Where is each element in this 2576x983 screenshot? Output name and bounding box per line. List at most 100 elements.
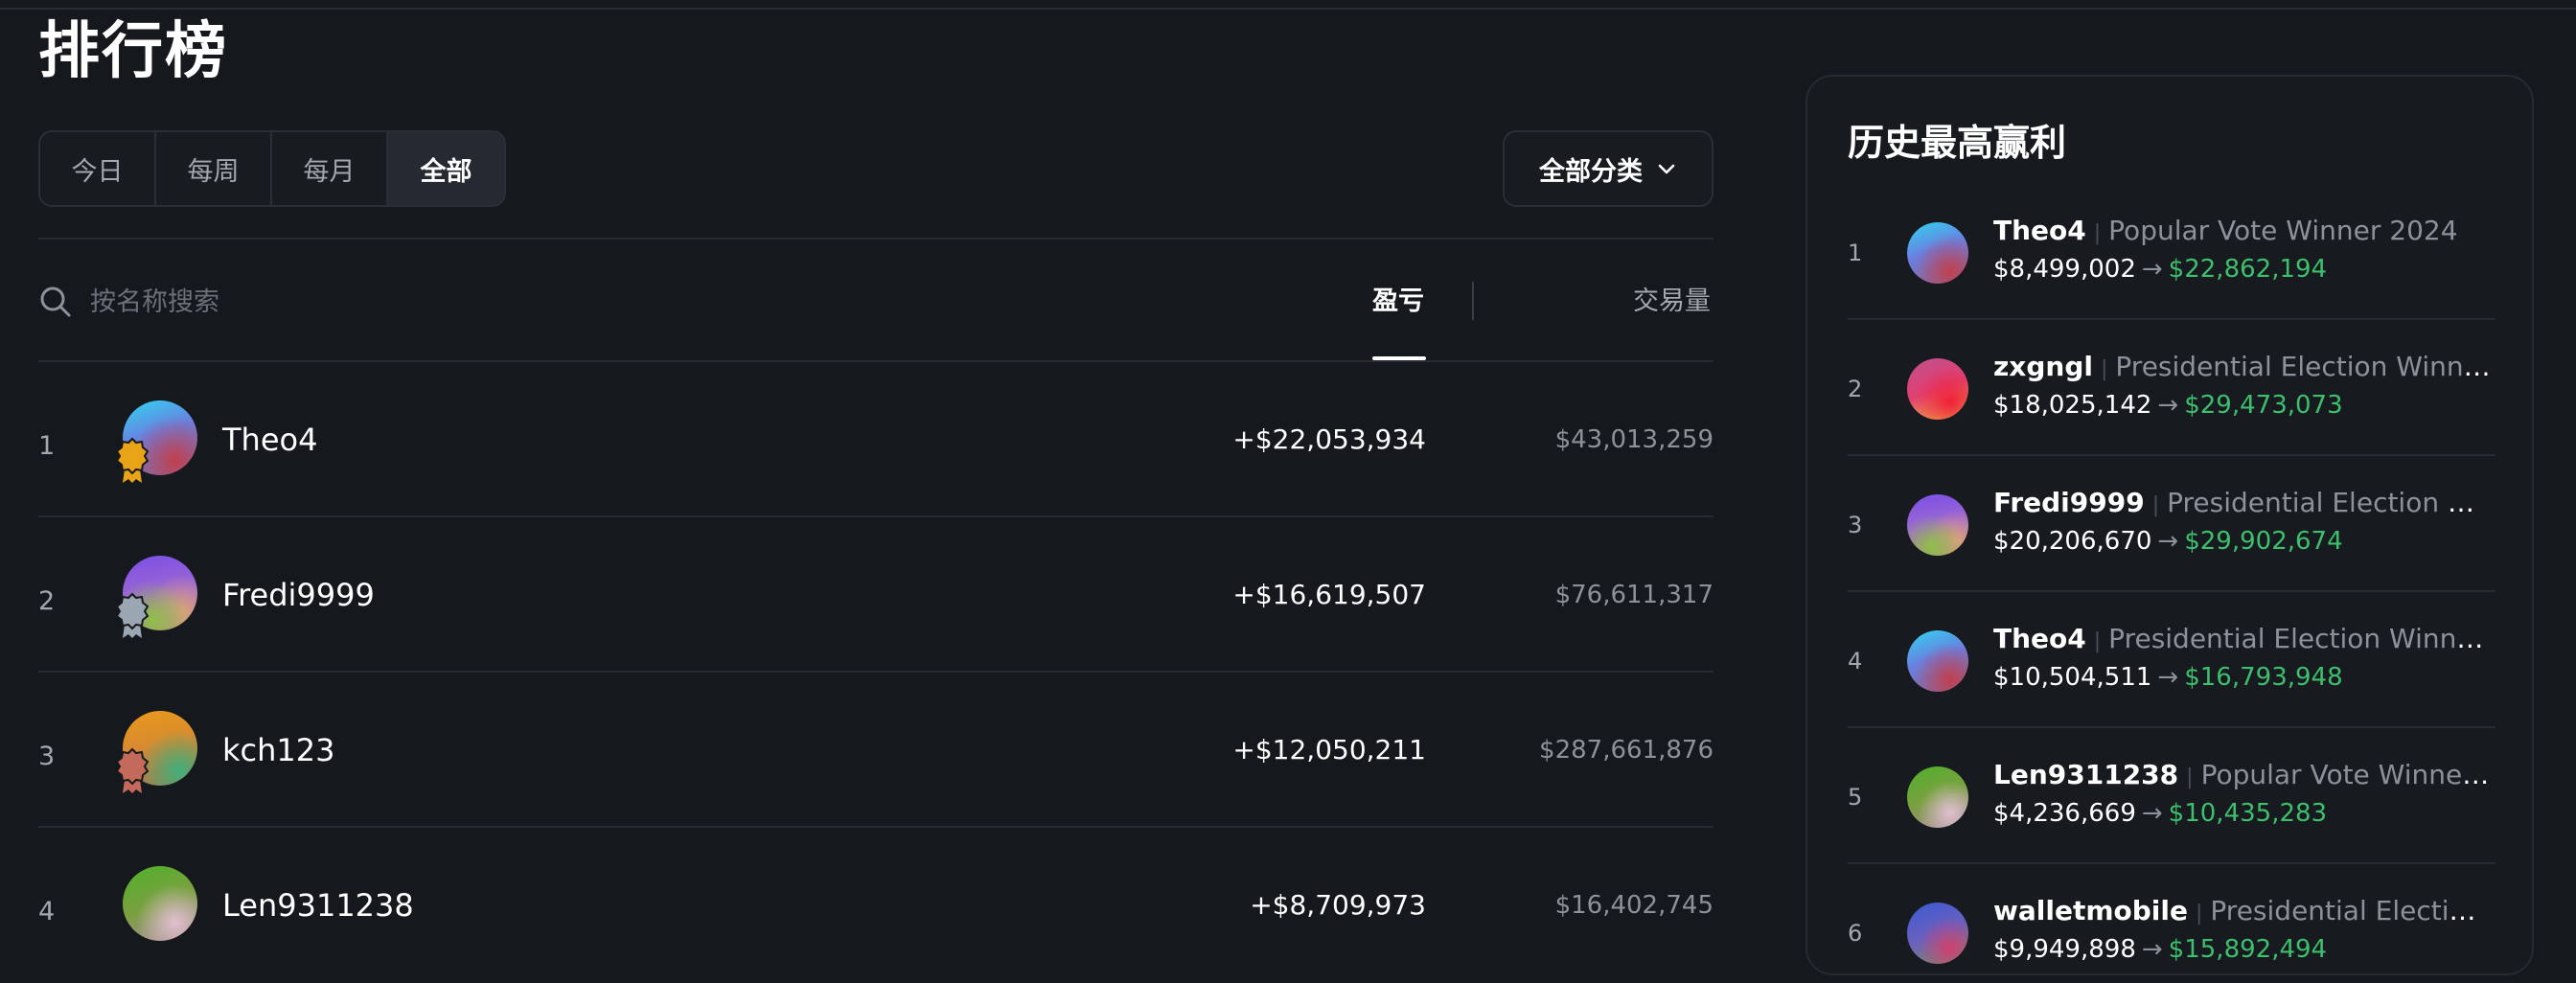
leaderboard-row[interactable]: 4 Len9311238 +$8,709,973 $16,402,745 [38,828,1714,983]
win-title: zxgngl | Presidential Election Winne... [1993,351,2492,382]
tab-all[interactable]: 全部 [388,132,504,205]
rank-number: 3 [1848,512,1863,538]
biggest-win-item[interactable]: 6 walletmobile | Presidential Election ...… [1848,864,2496,973]
trader-name[interactable]: kch123 [222,732,334,768]
trader-name[interactable]: Len9311238 [1993,759,2178,790]
tab-weekly[interactable]: 每周 [156,132,272,205]
final-amount: $22,862,194 [2168,255,2328,284]
period-tabs: 今日 每周 每月 全部 [38,130,506,207]
leaderboard-row[interactable]: 3 kch123 +$12,050,211 $287,661,876 [38,673,1714,828]
leaderboard-row[interactable]: 2 Fredi9999 +$16,619,507 $76,611,317 [38,517,1714,673]
market-name[interactable]: Presidential Election ... [2210,895,2492,926]
avatar[interactable] [1907,494,1968,556]
volume-value: $16,402,745 [1554,891,1714,920]
page-title: 排行榜 [38,16,228,87]
biggest-win-item[interactable]: 3 Fredi9999 | Presidential Election Wi... … [1848,456,2496,592]
biggest-win-item[interactable]: 5 Len9311238 | Popular Vote Winner ... $4,… [1848,728,2496,864]
market-name[interactable]: Popular Vote Winner ... [2201,759,2492,790]
separator: | [2195,902,2203,926]
trader-name[interactable]: Theo4 [1993,215,2086,246]
biggest-win-item[interactable]: 1 Theo4 | Popular Vote Winner 2024 $8,499,… [1848,184,2496,320]
rank-number: 5 [1848,784,1863,811]
pnl-value: +$16,619,507 [1232,579,1426,610]
avatar[interactable] [1907,903,1968,964]
initial-amount: $18,025,142 [1993,391,2152,420]
avatar[interactable] [1907,766,1968,828]
trader-name[interactable]: Theo4 [1993,623,2086,654]
trader-name[interactable]: zxgngl [1993,351,2093,382]
divider [38,238,1714,240]
tab-monthly[interactable]: 每月 [272,132,388,205]
avatar[interactable] [1907,358,1968,420]
final-amount: $10,435,283 [2168,799,2328,828]
separator: | [2186,766,2194,789]
rank-number: 4 [1848,648,1863,674]
initial-amount: $8,499,002 [1993,255,2136,284]
win-title: Len9311238 | Popular Vote Winner ... [1993,759,2492,790]
search-bar [38,268,1188,335]
gold-medal-icon [115,437,150,483]
avatar[interactable] [1907,222,1968,284]
initial-amount: $20,206,670 [1993,527,2152,556]
arrow-right-icon: → [2141,255,2163,284]
trader-name[interactable]: Fredi9999 [1993,487,2145,518]
arrow-right-icon: → [2141,935,2163,964]
win-amounts: $9,949,898 → $15,892,494 [1993,935,2327,964]
sort-tab-pnl[interactable]: 盈亏 [1372,280,1424,317]
silver-medal-icon [115,592,150,638]
rank-number: 1 [38,431,56,461]
arrow-right-icon: → [2157,663,2179,692]
pnl-value: +$12,050,211 [1232,734,1426,766]
avatar[interactable] [1907,630,1968,692]
trader-name[interactable]: walletmobile [1993,895,2188,926]
biggest-win-item[interactable]: 2 zxgngl | Presidential Election Winne... … [1848,320,2496,456]
volume-value: $287,661,876 [1539,736,1714,765]
separator: | [2100,357,2108,381]
biggest-wins-panel: 历史最高赢利 1 Theo4 | Popular Vote Winner 2024 … [1806,75,2534,975]
trader-name[interactable]: Theo4 [222,422,317,458]
win-title: Fredi9999 | Presidential Election Wi... [1993,487,2492,518]
sort-tab-volume[interactable]: 交易量 [1633,280,1711,317]
market-name[interactable]: Popular Vote Winner 2024 [2108,215,2457,246]
volume-value: $76,611,317 [1554,581,1714,609]
initial-amount: $9,949,898 [1993,935,2136,964]
win-amounts: $4,236,669 → $10,435,283 [1993,799,2327,828]
sort-separator [1472,282,1474,320]
avatar[interactable] [123,866,197,941]
search-input[interactable] [90,286,665,317]
rank-number: 2 [1848,376,1863,402]
win-title: Theo4 | Presidential Election Winne... [1993,623,2492,654]
leaderboard-row[interactable]: 1 Theo4 +$22,053,934 $43,013,259 [38,362,1714,517]
tab-today[interactable]: 今日 [40,132,156,205]
separator: | [2151,493,2160,517]
win-amounts: $18,025,142 → $29,473,073 [1993,391,2343,420]
market-name[interactable]: Presidential Election Wi... [2167,487,2492,518]
arrow-right-icon: → [2157,527,2179,556]
category-dropdown-label: 全部分类 [1539,156,1643,187]
rank-number: 1 [1848,240,1863,266]
market-name[interactable]: Presidential Election Winne... [2115,351,2492,382]
arrow-right-icon: → [2141,799,2163,828]
arrow-right-icon: → [2157,391,2179,420]
market-name[interactable]: Presidential Election Winne... [2108,623,2492,654]
separator: | [2093,629,2102,653]
rank-number: 4 [38,897,56,926]
pnl-value: +$8,709,973 [1250,889,1426,921]
trader-name[interactable]: Len9311238 [222,887,414,924]
top-border [0,8,2576,10]
final-amount: $29,902,674 [2184,527,2343,556]
separator: | [2093,221,2102,245]
pnl-value: +$22,053,934 [1232,423,1426,455]
volume-value: $43,013,259 [1554,425,1714,454]
win-title: walletmobile | Presidential Election ... [1993,895,2492,926]
chevron-down-icon [1658,164,1675,174]
win-amounts: $10,504,511 → $16,793,948 [1993,663,2343,692]
trader-name[interactable]: Fredi9999 [222,577,375,613]
category-dropdown[interactable]: 全部分类 [1503,130,1714,207]
biggest-win-item[interactable]: 4 Theo4 | Presidential Election Winne... $… [1848,592,2496,728]
final-amount: $15,892,494 [2168,935,2328,964]
panel-title: 历史最高赢利 [1848,122,2067,164]
search-icon [40,286,71,317]
final-amount: $29,473,073 [2184,391,2343,420]
final-amount: $16,793,948 [2184,663,2343,692]
